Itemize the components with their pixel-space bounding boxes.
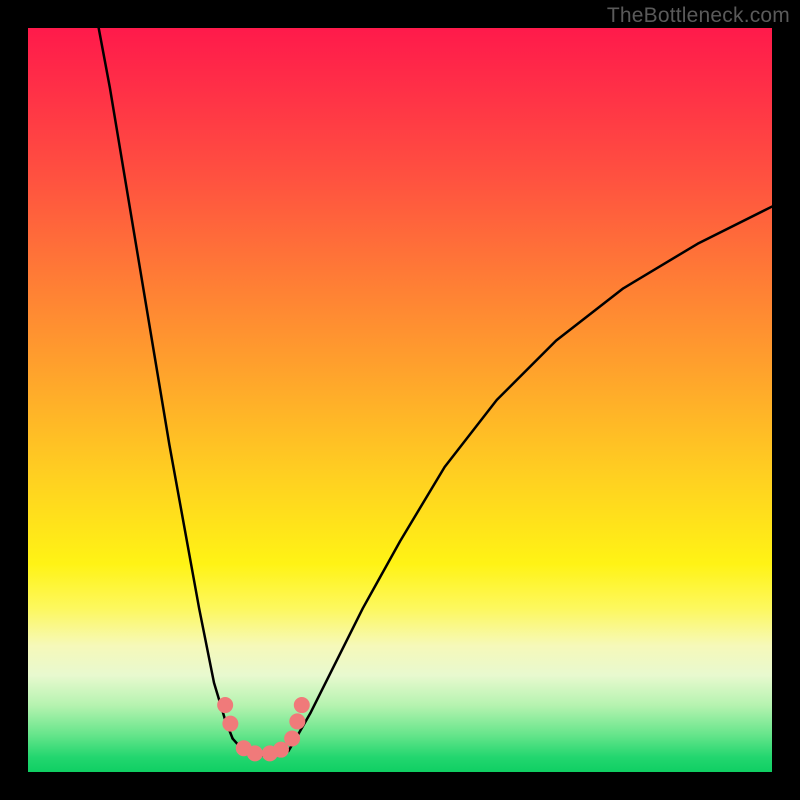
curve-layer bbox=[28, 28, 772, 772]
chart-frame: TheBottleneck.com bbox=[0, 0, 800, 800]
plot-area bbox=[28, 28, 772, 772]
series-left-arm bbox=[99, 28, 233, 739]
valley-markers bbox=[217, 697, 310, 761]
marker-dot bbox=[222, 716, 238, 732]
series-right-arm bbox=[296, 207, 772, 739]
marker-dot bbox=[294, 697, 310, 713]
marker-dot bbox=[289, 713, 305, 729]
watermark-text: TheBottleneck.com bbox=[607, 4, 790, 28]
marker-dot bbox=[217, 697, 233, 713]
marker-dot bbox=[284, 731, 300, 747]
curve-lines bbox=[99, 28, 772, 756]
marker-dot bbox=[247, 745, 263, 761]
